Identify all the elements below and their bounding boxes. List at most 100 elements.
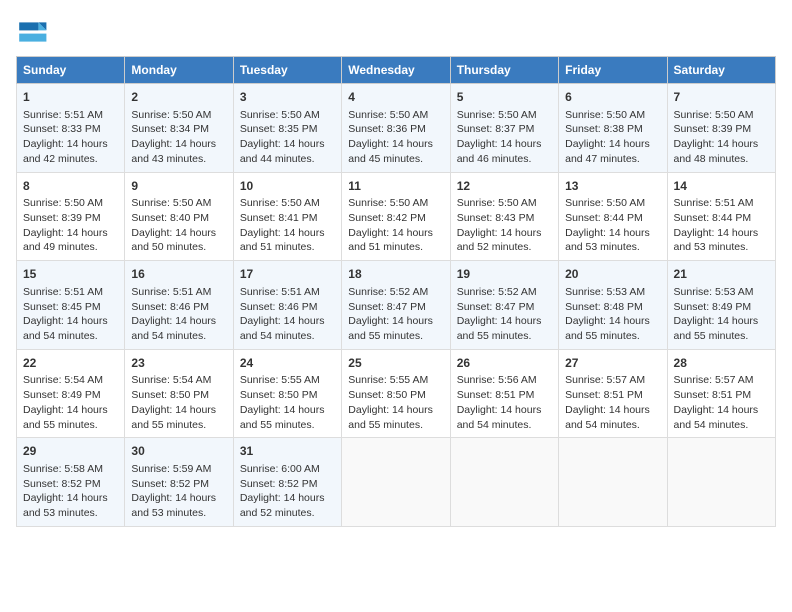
day-number: 22 — [23, 355, 118, 372]
day-cell: 26Sunrise: 5:56 AMSunset: 8:51 PMDayligh… — [450, 349, 558, 438]
day-cell: 7Sunrise: 5:50 AMSunset: 8:39 PMDaylight… — [667, 84, 775, 173]
calendar-header: SundayMondayTuesdayWednesdayThursdayFrid… — [17, 57, 776, 84]
day-cell: 30Sunrise: 5:59 AMSunset: 8:52 PMDayligh… — [125, 438, 233, 527]
daylight: Daylight: 14 hours and 54 minutes. — [240, 315, 325, 342]
sunrise: Sunrise: 5:50 AM — [23, 197, 103, 209]
sunset: Sunset: 8:49 PM — [23, 389, 101, 401]
sunset: Sunset: 8:45 PM — [23, 301, 101, 313]
day-number: 10 — [240, 178, 335, 195]
day-cell: 13Sunrise: 5:50 AMSunset: 8:44 PMDayligh… — [559, 172, 667, 261]
sunrise: Sunrise: 5:50 AM — [240, 109, 320, 121]
daylight: Daylight: 14 hours and 55 minutes. — [240, 404, 325, 431]
day-number: 29 — [23, 443, 118, 460]
daylight: Daylight: 14 hours and 46 minutes. — [457, 138, 542, 165]
daylight: Daylight: 14 hours and 55 minutes. — [674, 315, 759, 342]
day-number: 19 — [457, 266, 552, 283]
sunrise: Sunrise: 5:50 AM — [348, 109, 428, 121]
daylight: Daylight: 14 hours and 53 minutes. — [23, 492, 108, 519]
calendar-body: 1Sunrise: 5:51 AMSunset: 8:33 PMDaylight… — [17, 84, 776, 527]
sunset: Sunset: 8:38 PM — [565, 123, 643, 135]
week-row-1: 1Sunrise: 5:51 AMSunset: 8:33 PMDaylight… — [17, 84, 776, 173]
header-cell-saturday: Saturday — [667, 57, 775, 84]
day-number: 5 — [457, 89, 552, 106]
daylight: Daylight: 14 hours and 51 minutes. — [240, 227, 325, 254]
daylight: Daylight: 14 hours and 48 minutes. — [674, 138, 759, 165]
sunset: Sunset: 8:33 PM — [23, 123, 101, 135]
day-cell: 9 Sunrise: 5:50 AM Sunset: 8:40 PM Daylight… — [125, 172, 233, 261]
day-number: 2 — [131, 89, 226, 106]
sunset: Sunset: 8:34 PM — [131, 123, 209, 135]
day-number: 4 — [348, 89, 443, 106]
sunset: Sunset: 8:51 PM — [565, 389, 643, 401]
sunset: Sunset: 8:50 PM — [240, 389, 318, 401]
sunrise: Sunrise: 5:58 AM — [23, 463, 103, 475]
day-cell — [559, 438, 667, 527]
sunset: Sunset: 8:44 PM — [565, 212, 643, 224]
day-cell: 8Sunrise: 5:50 AMSunset: 8:39 PMDaylight… — [17, 172, 125, 261]
day-number: 25 — [348, 355, 443, 372]
daylight: Daylight: 14 hours and 55 minutes. — [23, 404, 108, 431]
day-cell — [667, 438, 775, 527]
daylight: Daylight: 14 hours and 50 minutes. — [131, 227, 216, 254]
sunrise: Sunrise: 5:50 AM — [131, 197, 211, 209]
day-cell: 31 Sunrise: 6:00 AM Sunset: 8:52 PM Dayligh… — [233, 438, 341, 527]
daylight: Daylight: 14 hours and 52 minutes. — [457, 227, 542, 254]
sunset: Sunset: 8:40 PM — [131, 212, 209, 224]
sunset: Sunset: 8:52 PM — [23, 478, 101, 490]
sunset: Sunset: 8:35 PM — [240, 123, 318, 135]
day-cell: 15Sunrise: 5:51 AMSunset: 8:45 PMDayligh… — [17, 261, 125, 350]
day-cell — [342, 438, 450, 527]
calendar-table: SundayMondayTuesdayWednesdayThursdayFrid… — [16, 56, 776, 527]
header-cell-friday: Friday — [559, 57, 667, 84]
page-header — [16, 16, 776, 48]
sunrise: Sunrise: 5:54 AM — [131, 374, 211, 386]
day-number: 3 — [240, 89, 335, 106]
sunrise: Sunrise: 5:57 AM — [565, 374, 645, 386]
sunset: Sunset: 8:51 PM — [674, 389, 752, 401]
daylight: Daylight: 14 hours and 54 minutes. — [131, 315, 216, 342]
day-cell: 11Sunrise: 5:50 AMSunset: 8:42 PMDayligh… — [342, 172, 450, 261]
daylight: Daylight: 14 hours and 52 minutes. — [240, 492, 325, 519]
daylight: Daylight: 14 hours and 53 minutes. — [674, 227, 759, 254]
sunset: Sunset: 8:46 PM — [240, 301, 318, 313]
sunset: Sunset: 8:36 PM — [348, 123, 426, 135]
week-row-4: 22 Sunrise: 5:54 AM Sunset: 8:49 PM Dayligh… — [17, 349, 776, 438]
daylight: Daylight: 14 hours and 44 minutes. — [240, 138, 325, 165]
day-cell: 20Sunrise: 5:53 AMSunset: 8:48 PMDayligh… — [559, 261, 667, 350]
daylight: Daylight: 14 hours and 55 minutes. — [131, 404, 216, 431]
sunset: Sunset: 8:50 PM — [348, 389, 426, 401]
sunrise: Sunrise: 5:55 AM — [240, 374, 320, 386]
header-cell-tuesday: Tuesday — [233, 57, 341, 84]
day-cell: 28Sunrise: 5:57 AMSunset: 8:51 PMDayligh… — [667, 349, 775, 438]
sunset: Sunset: 8:46 PM — [131, 301, 209, 313]
sunrise: Sunrise: 5:50 AM — [457, 109, 537, 121]
sunrise: Sunrise: 6:00 AM — [240, 463, 320, 475]
day-cell: 12Sunrise: 5:50 AMSunset: 8:43 PMDayligh… — [450, 172, 558, 261]
week-row-2: 8Sunrise: 5:50 AMSunset: 8:39 PMDaylight… — [17, 172, 776, 261]
sunset: Sunset: 8:39 PM — [23, 212, 101, 224]
day-number: 17 — [240, 266, 335, 283]
day-cell: 3 Sunrise: 5:50 AM Sunset: 8:35 PM Daylight… — [233, 84, 341, 173]
day-cell: 6Sunrise: 5:50 AMSunset: 8:38 PMDaylight… — [559, 84, 667, 173]
day-number: 18 — [348, 266, 443, 283]
day-cell — [450, 438, 558, 527]
header-cell-wednesday: Wednesday — [342, 57, 450, 84]
sunrise: Sunrise: 5:51 AM — [23, 109, 103, 121]
daylight: Daylight: 14 hours and 55 minutes. — [457, 315, 542, 342]
day-cell: 10Sunrise: 5:50 AMSunset: 8:41 PMDayligh… — [233, 172, 341, 261]
sunrise: Sunrise: 5:51 AM — [674, 197, 754, 209]
day-number: 9 — [131, 178, 226, 195]
day-number: 27 — [565, 355, 660, 372]
day-number: 31 — [240, 443, 335, 460]
sunset: Sunset: 8:52 PM — [240, 478, 318, 490]
sunset: Sunset: 8:48 PM — [565, 301, 643, 313]
daylight: Daylight: 14 hours and 42 minutes. — [23, 138, 108, 165]
sunrise: Sunrise: 5:51 AM — [131, 286, 211, 298]
day-cell: 29 Sunrise: 5:58 AM Sunset: 8:52 PM Dayligh… — [17, 438, 125, 527]
day-number: 24 — [240, 355, 335, 372]
day-number: 11 — [348, 178, 443, 195]
day-number: 20 — [565, 266, 660, 283]
sunrise: Sunrise: 5:53 AM — [565, 286, 645, 298]
day-cell: 18Sunrise: 5:52 AMSunset: 8:47 PMDayligh… — [342, 261, 450, 350]
header-cell-thursday: Thursday — [450, 57, 558, 84]
